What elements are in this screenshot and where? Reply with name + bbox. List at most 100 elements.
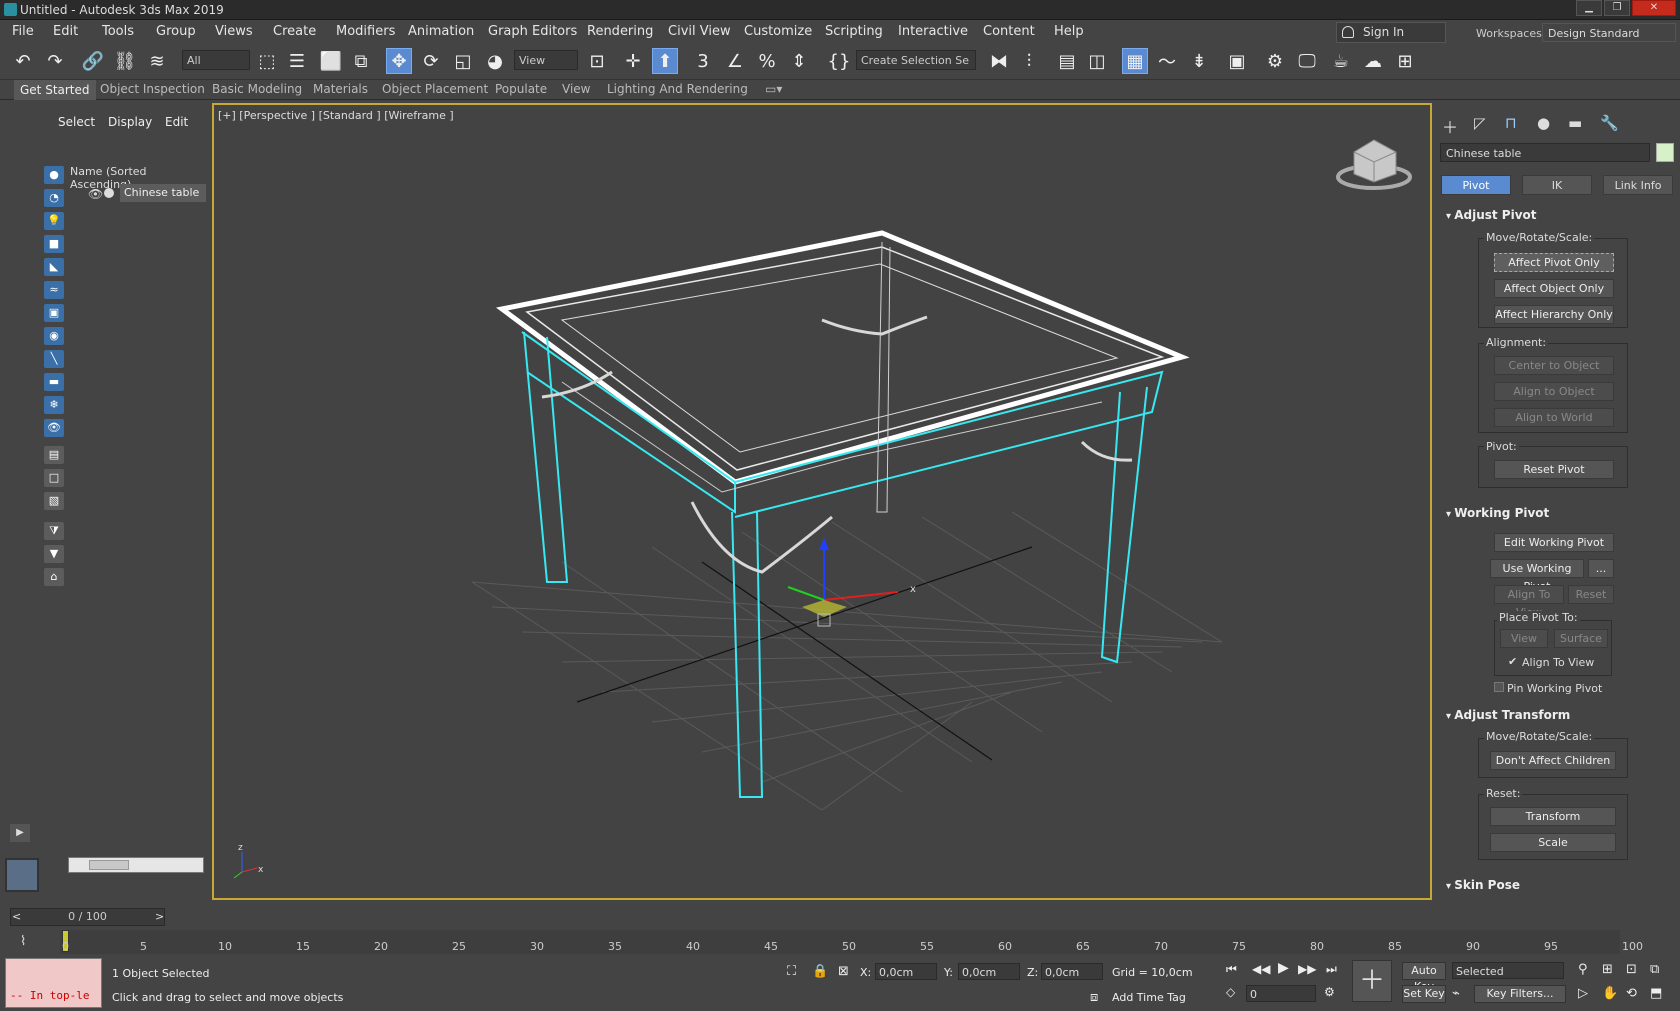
mirror-icon[interactable]: ⧓ bbox=[986, 48, 1012, 74]
schematic-view-icon[interactable]: ⇟ bbox=[1186, 48, 1212, 74]
spinner-snap-icon[interactable]: ⇕ bbox=[786, 48, 812, 74]
field-of-view-icon[interactable]: ▷ bbox=[1578, 986, 1588, 1001]
place-pivot-view-button[interactable]: View bbox=[1500, 629, 1548, 648]
undo-icon[interactable]: ↶ bbox=[10, 48, 36, 74]
tab-link-info[interactable]: Link Info bbox=[1603, 175, 1673, 195]
skin-pose-rollout[interactable]: Skin Pose bbox=[1446, 878, 1520, 892]
display-containers-icon[interactable]: ▬ bbox=[44, 373, 64, 391]
display-shapes-icon[interactable]: ◔ bbox=[44, 189, 64, 207]
display-spacewarps-icon[interactable]: ≈ bbox=[44, 281, 64, 299]
align-to-view-checkbox[interactable]: ✔ bbox=[1508, 655, 1517, 668]
pivot-center-icon[interactable]: ⊡ bbox=[584, 48, 610, 74]
select-object-icon[interactable]: ⬚ bbox=[254, 48, 280, 74]
percent-snap-icon[interactable]: % bbox=[754, 48, 780, 74]
z-coordinate-field[interactable]: 0,0cm bbox=[1041, 963, 1103, 980]
lock-selection-icon[interactable]: 🔒 bbox=[812, 964, 828, 979]
affect-object-only-button[interactable]: Affect Object Only bbox=[1494, 279, 1614, 298]
column-header-name[interactable]: Name (Sorted Ascending) bbox=[68, 163, 206, 191]
use-working-pivot-button[interactable]: Use Working Pivot bbox=[1490, 559, 1584, 593]
previous-frame-icon[interactable]: ◀◀ bbox=[1252, 962, 1270, 976]
menu-civil-view[interactable]: Civil View bbox=[668, 24, 731, 39]
display-groups-icon[interactable]: ▣ bbox=[44, 304, 64, 322]
bind-spacewarp-icon[interactable]: ≋ bbox=[144, 48, 170, 74]
working-pivot-options-button[interactable]: ... bbox=[1588, 559, 1614, 578]
toggle-ribbon-icon[interactable]: ▦ bbox=[1122, 48, 1148, 74]
object-color-swatch[interactable] bbox=[1656, 143, 1674, 162]
selection-filter-dropdown[interactable]: All bbox=[182, 50, 250, 70]
a360-gallery-icon[interactable]: ⊞ bbox=[1392, 48, 1418, 74]
display-geometry-icon[interactable]: ● bbox=[44, 166, 64, 184]
curve-editor-icon[interactable]: 〜 bbox=[1154, 48, 1180, 74]
display-lights-icon[interactable]: 💡 bbox=[44, 212, 64, 230]
timeline-track[interactable] bbox=[60, 930, 1620, 954]
align-icon[interactable]: ⫶ bbox=[1016, 48, 1042, 74]
workspace-dropdown[interactable]: Design Standard bbox=[1542, 23, 1676, 42]
scene-tab-display[interactable]: Display bbox=[108, 115, 152, 129]
select-and-move-icon[interactable]: ✥ bbox=[386, 48, 412, 74]
toggle-scene-explorer-icon[interactable]: ▤ bbox=[1054, 48, 1080, 74]
select-and-place-icon[interactable]: ◕ bbox=[482, 48, 508, 74]
edit-named-selection-icon[interactable]: {} bbox=[826, 48, 852, 74]
display-helpers-icon[interactable]: ◣ bbox=[44, 258, 64, 276]
menu-animation[interactable]: Animation bbox=[408, 24, 474, 39]
time-prev-icon[interactable]: < bbox=[12, 910, 21, 923]
snaps-toggle-icon[interactable]: 3 bbox=[690, 48, 716, 74]
key-mode-dropdown[interactable]: Selected bbox=[1452, 962, 1564, 979]
expand-arrow-icon[interactable]: ▶ bbox=[10, 824, 30, 842]
utilities-tab-icon[interactable]: 🔧 bbox=[1600, 114, 1619, 132]
close-icon[interactable]: ✕ bbox=[1632, 0, 1676, 16]
display-particles-icon[interactable]: ❄ bbox=[44, 396, 64, 414]
rectangular-selection-icon[interactable]: ⬜ bbox=[318, 48, 344, 74]
pan-view-icon[interactable]: ✋ bbox=[1602, 986, 1618, 1001]
set-key-button[interactable]: Set Key bbox=[1402, 985, 1446, 1003]
y-coordinate-field[interactable]: 0,0cm bbox=[958, 963, 1020, 980]
menu-group[interactable]: Group bbox=[156, 24, 196, 39]
keyboard-shortcut-override-icon[interactable]: ✛ bbox=[620, 48, 646, 74]
menu-create[interactable]: Create bbox=[273, 24, 316, 39]
select-and-rotate-icon[interactable]: ⟳ bbox=[418, 48, 444, 74]
link-icon[interactable]: 🔗 bbox=[80, 48, 106, 74]
display-tab-icon[interactable]: ▬ bbox=[1568, 114, 1582, 132]
reset-pivot-button[interactable]: Reset Pivot bbox=[1494, 460, 1614, 479]
minimize-icon[interactable]: ▁ bbox=[1576, 0, 1602, 16]
working-pivot-rollout[interactable]: Working Pivot bbox=[1446, 506, 1549, 520]
working-pivot-reset-button[interactable]: Reset bbox=[1568, 585, 1614, 604]
filter-icon[interactable]: ▼ bbox=[44, 545, 64, 563]
filter-selected-icon[interactable]: ⧩ bbox=[44, 522, 64, 540]
add-time-tag[interactable]: Add Time Tag bbox=[1112, 991, 1186, 1004]
menu-interactive[interactable]: Interactive bbox=[898, 24, 968, 39]
ribbon-tab-basic-modeling[interactable]: Basic Modeling bbox=[212, 82, 302, 96]
tab-ik[interactable]: IK bbox=[1522, 175, 1592, 195]
menu-edit[interactable]: Edit bbox=[53, 24, 78, 39]
zoom-all-icon[interactable]: ⊞ bbox=[1602, 962, 1613, 977]
dont-affect-children-button[interactable]: Don't Affect Children bbox=[1490, 751, 1616, 770]
menu-customize[interactable]: Customize bbox=[744, 24, 812, 39]
display-hidden-icon[interactable]: 👁 bbox=[44, 419, 64, 437]
menu-help[interactable]: Help bbox=[1054, 24, 1084, 39]
set-key-big-button[interactable]: ＋ bbox=[1352, 960, 1392, 1002]
menu-views[interactable]: Views bbox=[215, 24, 253, 39]
menu-rendering[interactable]: Rendering bbox=[587, 24, 653, 39]
visibility-eye-icon[interactable]: 👁 bbox=[88, 187, 103, 201]
ribbon-tab-object-inspection[interactable]: Object Inspection bbox=[100, 82, 205, 96]
ribbon-tab-lighting-and-rendering[interactable]: Lighting And Rendering bbox=[607, 82, 748, 96]
adjust-pivot-rollout[interactable]: Adjust Pivot bbox=[1446, 208, 1536, 222]
motion-tab-icon[interactable]: ● bbox=[1537, 114, 1550, 132]
scene-item-chinese-table[interactable]: Chinese table bbox=[120, 184, 206, 202]
time-tag-icon[interactable]: ⧈ bbox=[1090, 990, 1098, 1005]
align-to-world-button[interactable]: Align to World bbox=[1494, 408, 1614, 427]
menu-graph-editors[interactable]: Graph Editors bbox=[488, 24, 577, 39]
align-to-view-button[interactable]: Align To View bbox=[1494, 585, 1564, 619]
material-editor-icon[interactable]: ▣ bbox=[1224, 48, 1250, 74]
key-filters-button[interactable]: Key Filters... bbox=[1474, 985, 1566, 1003]
viewport-layout-icon[interactable] bbox=[5, 858, 39, 892]
time-next-icon[interactable]: > bbox=[155, 910, 164, 923]
time-config-icon[interactable]: ⚙ bbox=[1324, 985, 1335, 999]
ribbon-tab-view[interactable]: View bbox=[562, 82, 590, 96]
mini-curve-editor-icon[interactable]: ⌇ bbox=[20, 934, 26, 949]
place-pivot-surface-button[interactable]: Surface bbox=[1554, 629, 1608, 648]
reset-scale-button[interactable]: Scale bbox=[1490, 833, 1616, 852]
display-xrefs-icon[interactable]: ◉ bbox=[44, 327, 64, 345]
unlink-icon[interactable]: ⛓ bbox=[112, 48, 138, 74]
container-icon[interactable]: ⌂ bbox=[44, 568, 64, 586]
